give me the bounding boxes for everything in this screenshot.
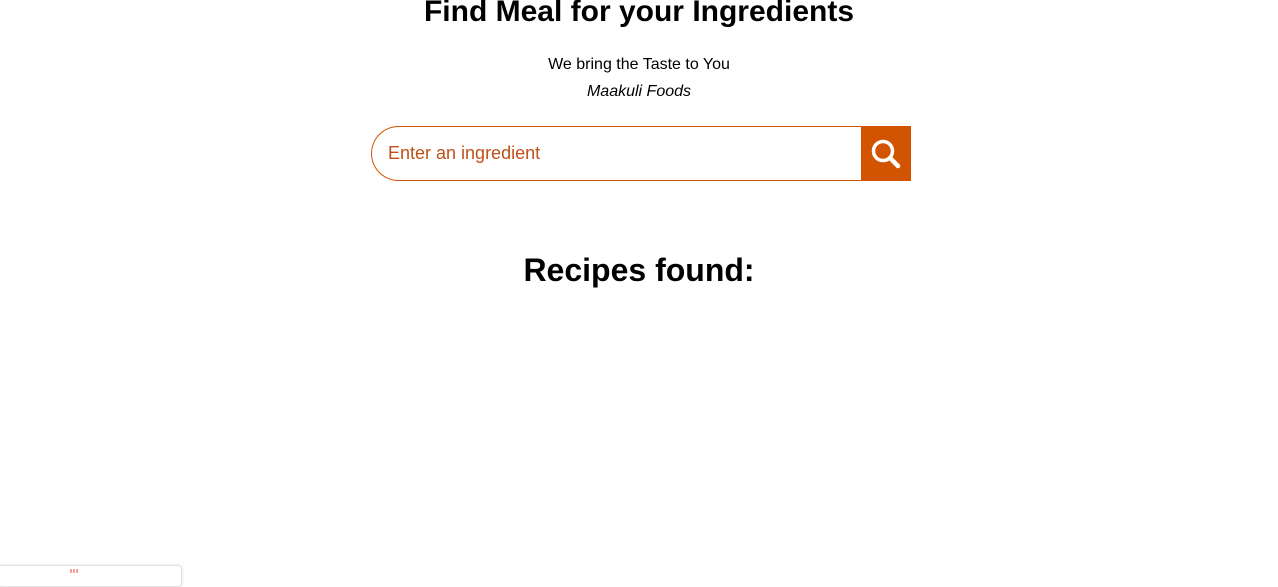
widget-icon bbox=[70, 569, 78, 573]
recipes-found-heading: Recipes found: bbox=[523, 252, 755, 288]
tagline: We bring the Taste to You bbox=[548, 56, 730, 73]
page-title: Find Meal for your Ingredients bbox=[423, 0, 855, 28]
search-form bbox=[371, 126, 911, 181]
search-icon bbox=[871, 139, 901, 168]
ingredient-search-input[interactable] bbox=[371, 126, 861, 181]
corner-widget[interactable] bbox=[0, 565, 182, 587]
search-button[interactable] bbox=[861, 126, 911, 181]
recipe-results-list bbox=[0, 300, 1278, 550]
brand-name: Maakuli Foods bbox=[586, 83, 692, 100]
